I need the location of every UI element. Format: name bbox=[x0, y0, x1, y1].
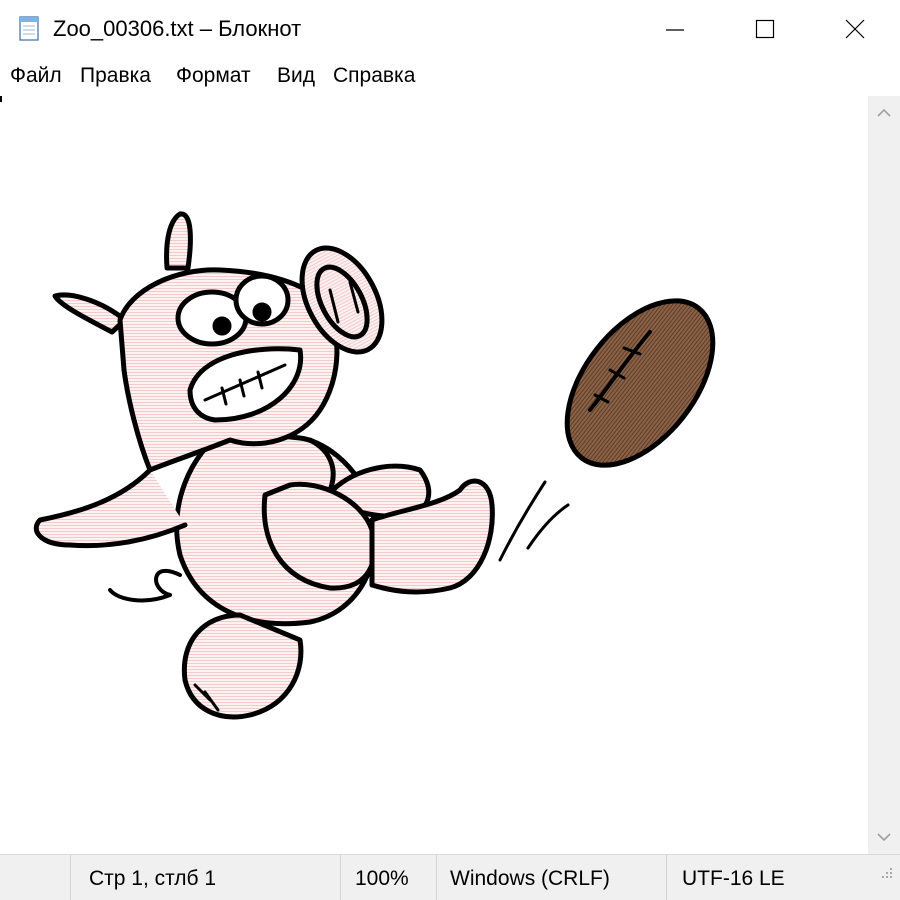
cursor-position: Стр 1, стлб 1 bbox=[89, 867, 217, 890]
window-title: Zoo_00306.txt – Блокнот bbox=[53, 16, 302, 41]
close-button[interactable] bbox=[810, 0, 900, 58]
zoom-level: 100% bbox=[355, 867, 409, 890]
maximize-icon bbox=[755, 19, 775, 39]
minimize-button[interactable] bbox=[630, 0, 720, 58]
status-bar: Стр 1, стлб 1 100% Windows (CRLF) UTF-16… bbox=[0, 854, 900, 900]
minimize-icon bbox=[666, 29, 684, 31]
close-icon bbox=[845, 19, 865, 39]
status-cell-line-endings: Windows (CRLF) bbox=[436, 855, 666, 900]
ascii-art-pig-kicking-football bbox=[33, 211, 716, 720]
status-cell-zoom: 100% bbox=[340, 855, 436, 900]
menu-bar: Файл Правка Формат Вид Справка bbox=[0, 58, 900, 97]
menu-format[interactable]: Формат bbox=[176, 64, 251, 88]
chevron-down-icon bbox=[877, 833, 891, 842]
status-cell-position: Стр 1, стлб 1 bbox=[70, 855, 340, 900]
notepad-window: Zoo_00306.txt – Блокнот Файл Правка Форм… bbox=[0, 0, 900, 900]
menu-help[interactable]: Справка bbox=[333, 64, 415, 88]
vertical-scrollbar[interactable] bbox=[868, 96, 900, 854]
notepad-icon bbox=[19, 16, 39, 41]
chevron-up-icon bbox=[877, 108, 891, 117]
maximize-button[interactable] bbox=[720, 0, 810, 58]
menu-file[interactable]: Файл bbox=[10, 64, 62, 88]
text-editor[interactable] bbox=[0, 96, 868, 854]
menu-view[interactable]: Вид bbox=[277, 64, 315, 88]
encoding: UTF-16 LE bbox=[682, 867, 785, 890]
line-endings: Windows (CRLF) bbox=[450, 867, 610, 890]
menu-edit[interactable]: Правка bbox=[80, 64, 151, 88]
title-bar[interactable]: Zoo_00306.txt – Блокнот bbox=[0, 0, 900, 58]
resize-grip-icon[interactable] bbox=[878, 864, 894, 880]
status-cell-encoding: UTF-16 LE bbox=[666, 855, 900, 900]
scroll-down-button[interactable] bbox=[868, 820, 900, 854]
scroll-up-button[interactable] bbox=[868, 96, 900, 130]
